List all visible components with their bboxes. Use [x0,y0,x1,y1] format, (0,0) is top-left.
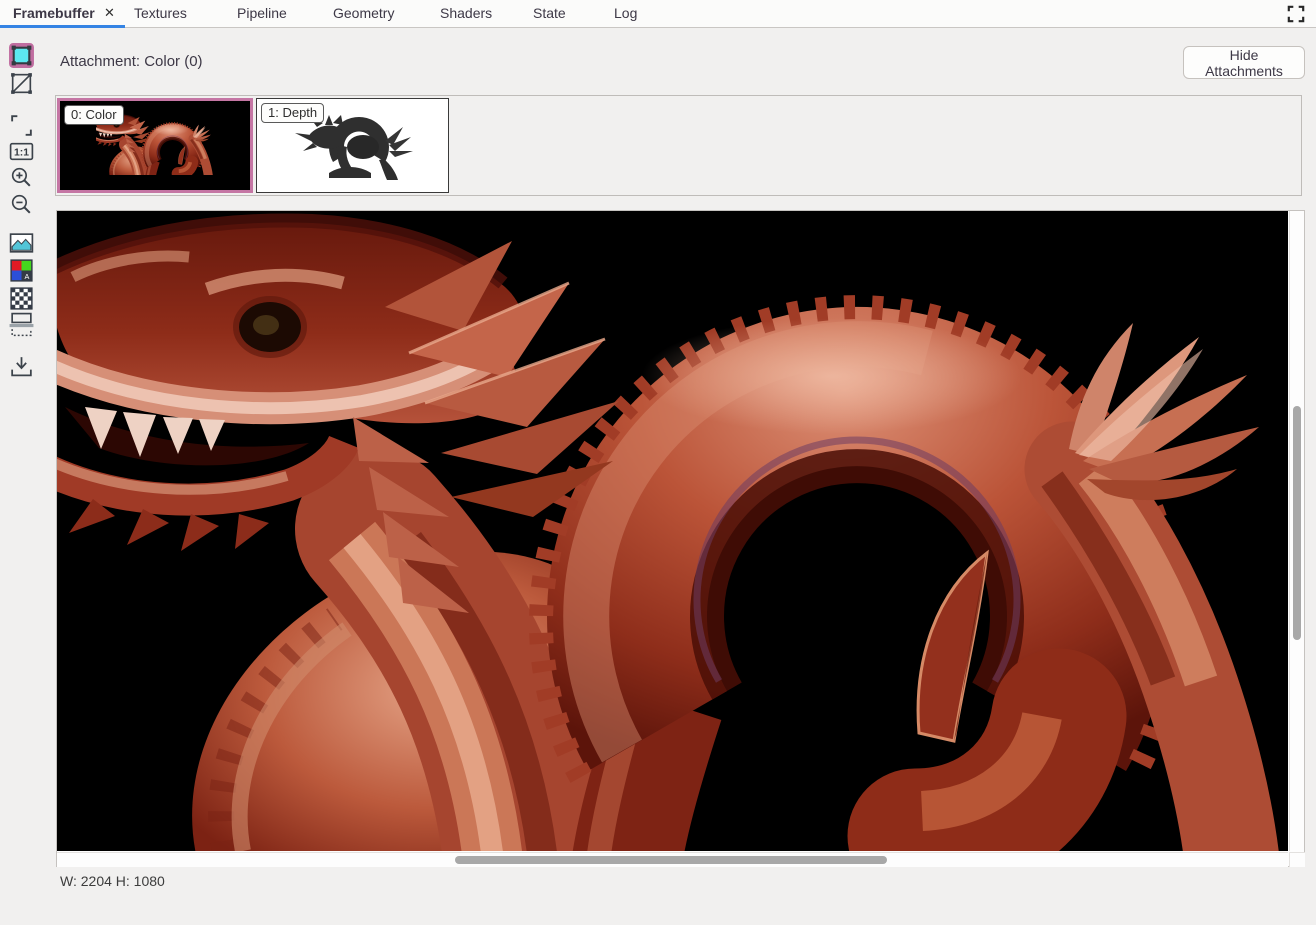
framebuffer-viewer [56,210,1305,867]
flip-vertical-icon [8,311,35,338]
attachment-thumb-depth[interactable]: 1: Depth [256,98,449,193]
horizontal-scrollbar-thumb[interactable] [455,856,887,864]
attachment-label: Attachment: Color (0) [60,53,203,70]
tab-log[interactable]: Log [614,0,637,27]
framebuffer-viewport[interactable] [57,211,1288,851]
tab-close-icon[interactable]: ✕ [104,0,115,27]
rgba-channels-button[interactable]: A [8,257,35,284]
save-image-button[interactable] [8,353,35,380]
zoom-out-button[interactable] [8,191,35,218]
actual-size-button[interactable]: 1:1 [8,138,35,165]
diagonal-square-icon [8,70,35,97]
zoom-in-button[interactable] [8,164,35,191]
zoom-out-icon [8,191,35,218]
tab-shaders[interactable]: Shaders [440,0,492,27]
svg-text:1:1: 1:1 [14,148,29,159]
fullscreen-icon[interactable] [1287,5,1305,23]
framebuffer-render [57,211,1288,851]
attachment-thumb-color[interactable]: 0: Color [57,98,253,193]
attachments-strip: 0: Color 1: Depth [55,95,1302,196]
color-swatch-icon [8,42,35,69]
zoom-in-icon [8,164,35,191]
framebuffer-dimensions: W: 2204 H: 1080 [60,873,165,889]
active-tab-underline [0,25,125,28]
alpha-checkerboard-button[interactable] [8,285,35,312]
no-attachment-button[interactable] [8,70,35,97]
flip-vertical-button[interactable] [8,311,35,338]
background-image-button[interactable] [8,230,35,257]
vertical-scrollbar[interactable] [1289,211,1304,851]
attachment-badge: 0: Color [64,105,124,125]
save-icon [8,353,35,380]
tab-state[interactable]: State [533,0,566,27]
tab-bar: Framebuffer ✕ Textures Pipeline Geometry… [0,0,1316,28]
horizontal-scrollbar[interactable] [57,852,1288,867]
color-attachment-swatch-button[interactable] [8,42,35,69]
hide-attachments-button[interactable]: Hide Attachments [1183,46,1305,79]
tab-geometry[interactable]: Geometry [333,0,394,27]
checkerboard-icon [8,285,35,312]
scrollbar-corner [1289,852,1305,867]
rgba-channels-icon: A [8,257,35,284]
tab-pipeline[interactable]: Pipeline [237,0,287,27]
vertical-scrollbar-thumb[interactable] [1293,406,1301,640]
tab-textures[interactable]: Textures [134,0,187,27]
attachment-badge: 1: Depth [261,103,324,123]
tab-framebuffer[interactable]: Framebuffer [13,0,95,27]
fit-window-icon [8,112,35,139]
svg-text:A: A [24,272,29,281]
image-icon [8,230,35,257]
one-to-one-icon: 1:1 [8,138,35,165]
fit-to-window-button[interactable] [8,112,35,139]
